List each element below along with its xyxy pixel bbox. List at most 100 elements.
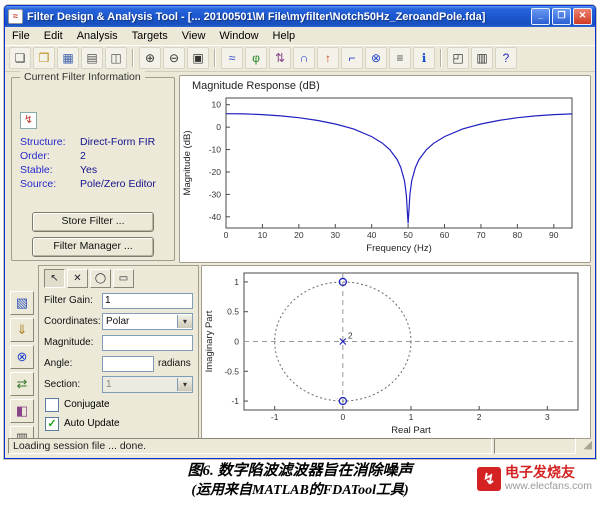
add-pole-icon[interactable]: ✕ (67, 269, 88, 288)
coordinates-label: Coordinates: (44, 316, 102, 327)
svg-text:60: 60 (440, 230, 450, 240)
x-axis-label: Frequency (Hz) (366, 243, 431, 254)
magnitude-label: Magnitude: (44, 337, 102, 348)
filter-gain-label: Filter Gain: (44, 295, 102, 306)
sidebar: ▧⇓⊗⇄◧▥ (9, 265, 35, 463)
svg-text:40: 40 (367, 230, 377, 240)
legend-icon[interactable]: ▥ (471, 47, 493, 69)
delete-pole-zero-icon[interactable]: ▭ (113, 269, 134, 288)
phase-response-icon[interactable]: φ (245, 47, 267, 69)
watermark-url: www.elecfans.com (505, 480, 592, 492)
restore-default-view-icon[interactable]: ▣ (187, 47, 209, 69)
maximize-button[interactable]: ❐ (552, 8, 571, 25)
source-row: Source: Pole/Zero Editor (20, 178, 174, 190)
svg-text:0: 0 (340, 412, 345, 422)
step-response-icon[interactable]: ⌐ (341, 47, 363, 69)
minimize-button[interactable]: _ (531, 8, 550, 25)
svg-text:3: 3 (545, 412, 550, 422)
store-filter-button[interactable]: Store Filter ... (32, 212, 154, 232)
impulse-response-icon[interactable]: ↑ (317, 47, 339, 69)
magnitude-row: Magnitude: (39, 332, 198, 353)
group-delay-icon[interactable]: ∩ (293, 47, 315, 69)
zoom-out-icon[interactable]: ⊖ (163, 47, 185, 69)
svg-text:0: 0 (224, 230, 229, 240)
svg-text:0.5: 0.5 (227, 307, 239, 317)
y-axis-label: Magnitude (dB) (182, 131, 193, 196)
check-mark: ✓ (47, 419, 56, 429)
full-view-analysis-icon[interactable]: ◰ (447, 47, 469, 69)
convert-structure-icon[interactable]: ⇄ (10, 372, 34, 396)
svg-text:20: 20 (294, 230, 304, 240)
menu-file[interactable]: File (5, 28, 37, 44)
y-axis-label: Imaginary Part (204, 310, 215, 372)
filter-coefficients-icon[interactable]: ≡ (389, 47, 411, 69)
magnitude-response-title: Magnitude Response (dB) (180, 76, 590, 92)
help-icon[interactable]: ? (495, 47, 517, 69)
svg-text:-30: -30 (209, 189, 222, 199)
move-pole-zero-icon[interactable]: ↖ (44, 269, 65, 288)
svg-text:80: 80 (513, 230, 523, 240)
chevron-down-icon: ▾ (177, 378, 192, 391)
status-text: Loading session file ... done. (8, 438, 492, 454)
pole-zero-toolbar: ↖✕◯▭ (39, 266, 198, 290)
filter-gain-row: Filter Gain: (39, 290, 198, 311)
print-preview-icon[interactable]: ◫ (105, 47, 127, 69)
svg-text:-1: -1 (271, 412, 279, 422)
svg-text:10: 10 (212, 100, 222, 110)
app-icon: ≈ (8, 9, 23, 24)
add-zero-icon[interactable]: ◯ (90, 269, 111, 288)
design-filter-icon[interactable]: ▧ (10, 291, 34, 315)
menu-edit[interactable]: Edit (37, 28, 70, 44)
svg-text:0: 0 (216, 122, 221, 132)
stable-row: Stable: Yes (20, 164, 174, 176)
angle-label: Angle: (44, 358, 102, 369)
angle-input[interactable] (102, 356, 154, 372)
print-icon[interactable]: ▤ (81, 47, 103, 69)
coordinates-select[interactable]: Polar ▾ (102, 313, 193, 330)
title-bar[interactable]: ≈ Filter Design & Analysis Tool - [... 2… (5, 6, 595, 27)
auto-update-checkbox[interactable]: ✓ (45, 417, 59, 431)
section-select[interactable]: 1 ▾ (102, 376, 193, 393)
magnitude-response-chart[interactable]: 0102030405060708090100-10-20-30-40Freque… (180, 92, 584, 254)
structure-label: Structure: (20, 136, 80, 148)
page: ≈ Filter Design & Analysis Tool - [... 2… (0, 0, 600, 514)
svg-text:-1: -1 (231, 396, 239, 406)
angle-unit-label: radians (158, 358, 191, 369)
filter-information-icon[interactable]: ℹ (413, 47, 435, 69)
menu-targets[interactable]: Targets (125, 28, 175, 44)
menu-help[interactable]: Help (266, 28, 303, 44)
import-filter-icon[interactable]: ⇓ (10, 318, 34, 342)
set-quantization-icon[interactable]: ◧ (10, 399, 34, 423)
magnitude-response-panel: Magnitude Response (dB) 0102030405060708… (179, 75, 591, 263)
magnitude-and-phase-icon[interactable]: ⇅ (269, 47, 291, 69)
svg-text:-10: -10 (209, 145, 222, 155)
zoom-in-icon[interactable]: ⊕ (139, 47, 161, 69)
elecfans-logo-icon: ↯ (477, 467, 501, 491)
conjugate-checkbox[interactable] (45, 398, 59, 412)
structure-value: Direct-Form FIR (80, 136, 155, 148)
filter-gain-input[interactable] (102, 293, 193, 309)
coordinates-row: Coordinates: Polar ▾ (39, 311, 198, 332)
magnitude-response-icon[interactable]: ≈ (221, 47, 243, 69)
new-session-icon[interactable]: ❏ (9, 47, 31, 69)
order-label: Order: (20, 150, 80, 162)
pole-zero-chart[interactable]: -10123-1-0.500.51Real PartImaginary Part… (202, 266, 588, 436)
source-label: Source: (20, 178, 80, 190)
resize-grip[interactable]: ◢ (578, 438, 592, 454)
pole-zero-plot-icon[interactable]: ⊗ (365, 47, 387, 69)
pole-zero-editor-icon[interactable]: ⊗ (10, 345, 34, 369)
watermark-text: 电子发烧友 www.elecfans.com (505, 465, 592, 492)
svg-text:50: 50 (403, 230, 413, 240)
filter-manager-button[interactable]: Filter Manager ... (32, 237, 154, 257)
menu-view[interactable]: View (175, 28, 213, 44)
magnitude-input[interactable] (102, 335, 193, 351)
open-session-icon[interactable]: ❒ (33, 47, 55, 69)
menu-analysis[interactable]: Analysis (70, 28, 125, 44)
section-row: Section: 1 ▾ (39, 374, 198, 395)
svg-text:1: 1 (409, 412, 414, 422)
close-button[interactable]: ✕ (573, 8, 592, 25)
current-filter-information-panel: Current Filter Information ↯ Structure: … (11, 77, 175, 261)
panel-title: Current Filter Information (20, 71, 145, 83)
save-session-icon[interactable]: ▦ (57, 47, 79, 69)
menu-window[interactable]: Window (212, 28, 265, 44)
